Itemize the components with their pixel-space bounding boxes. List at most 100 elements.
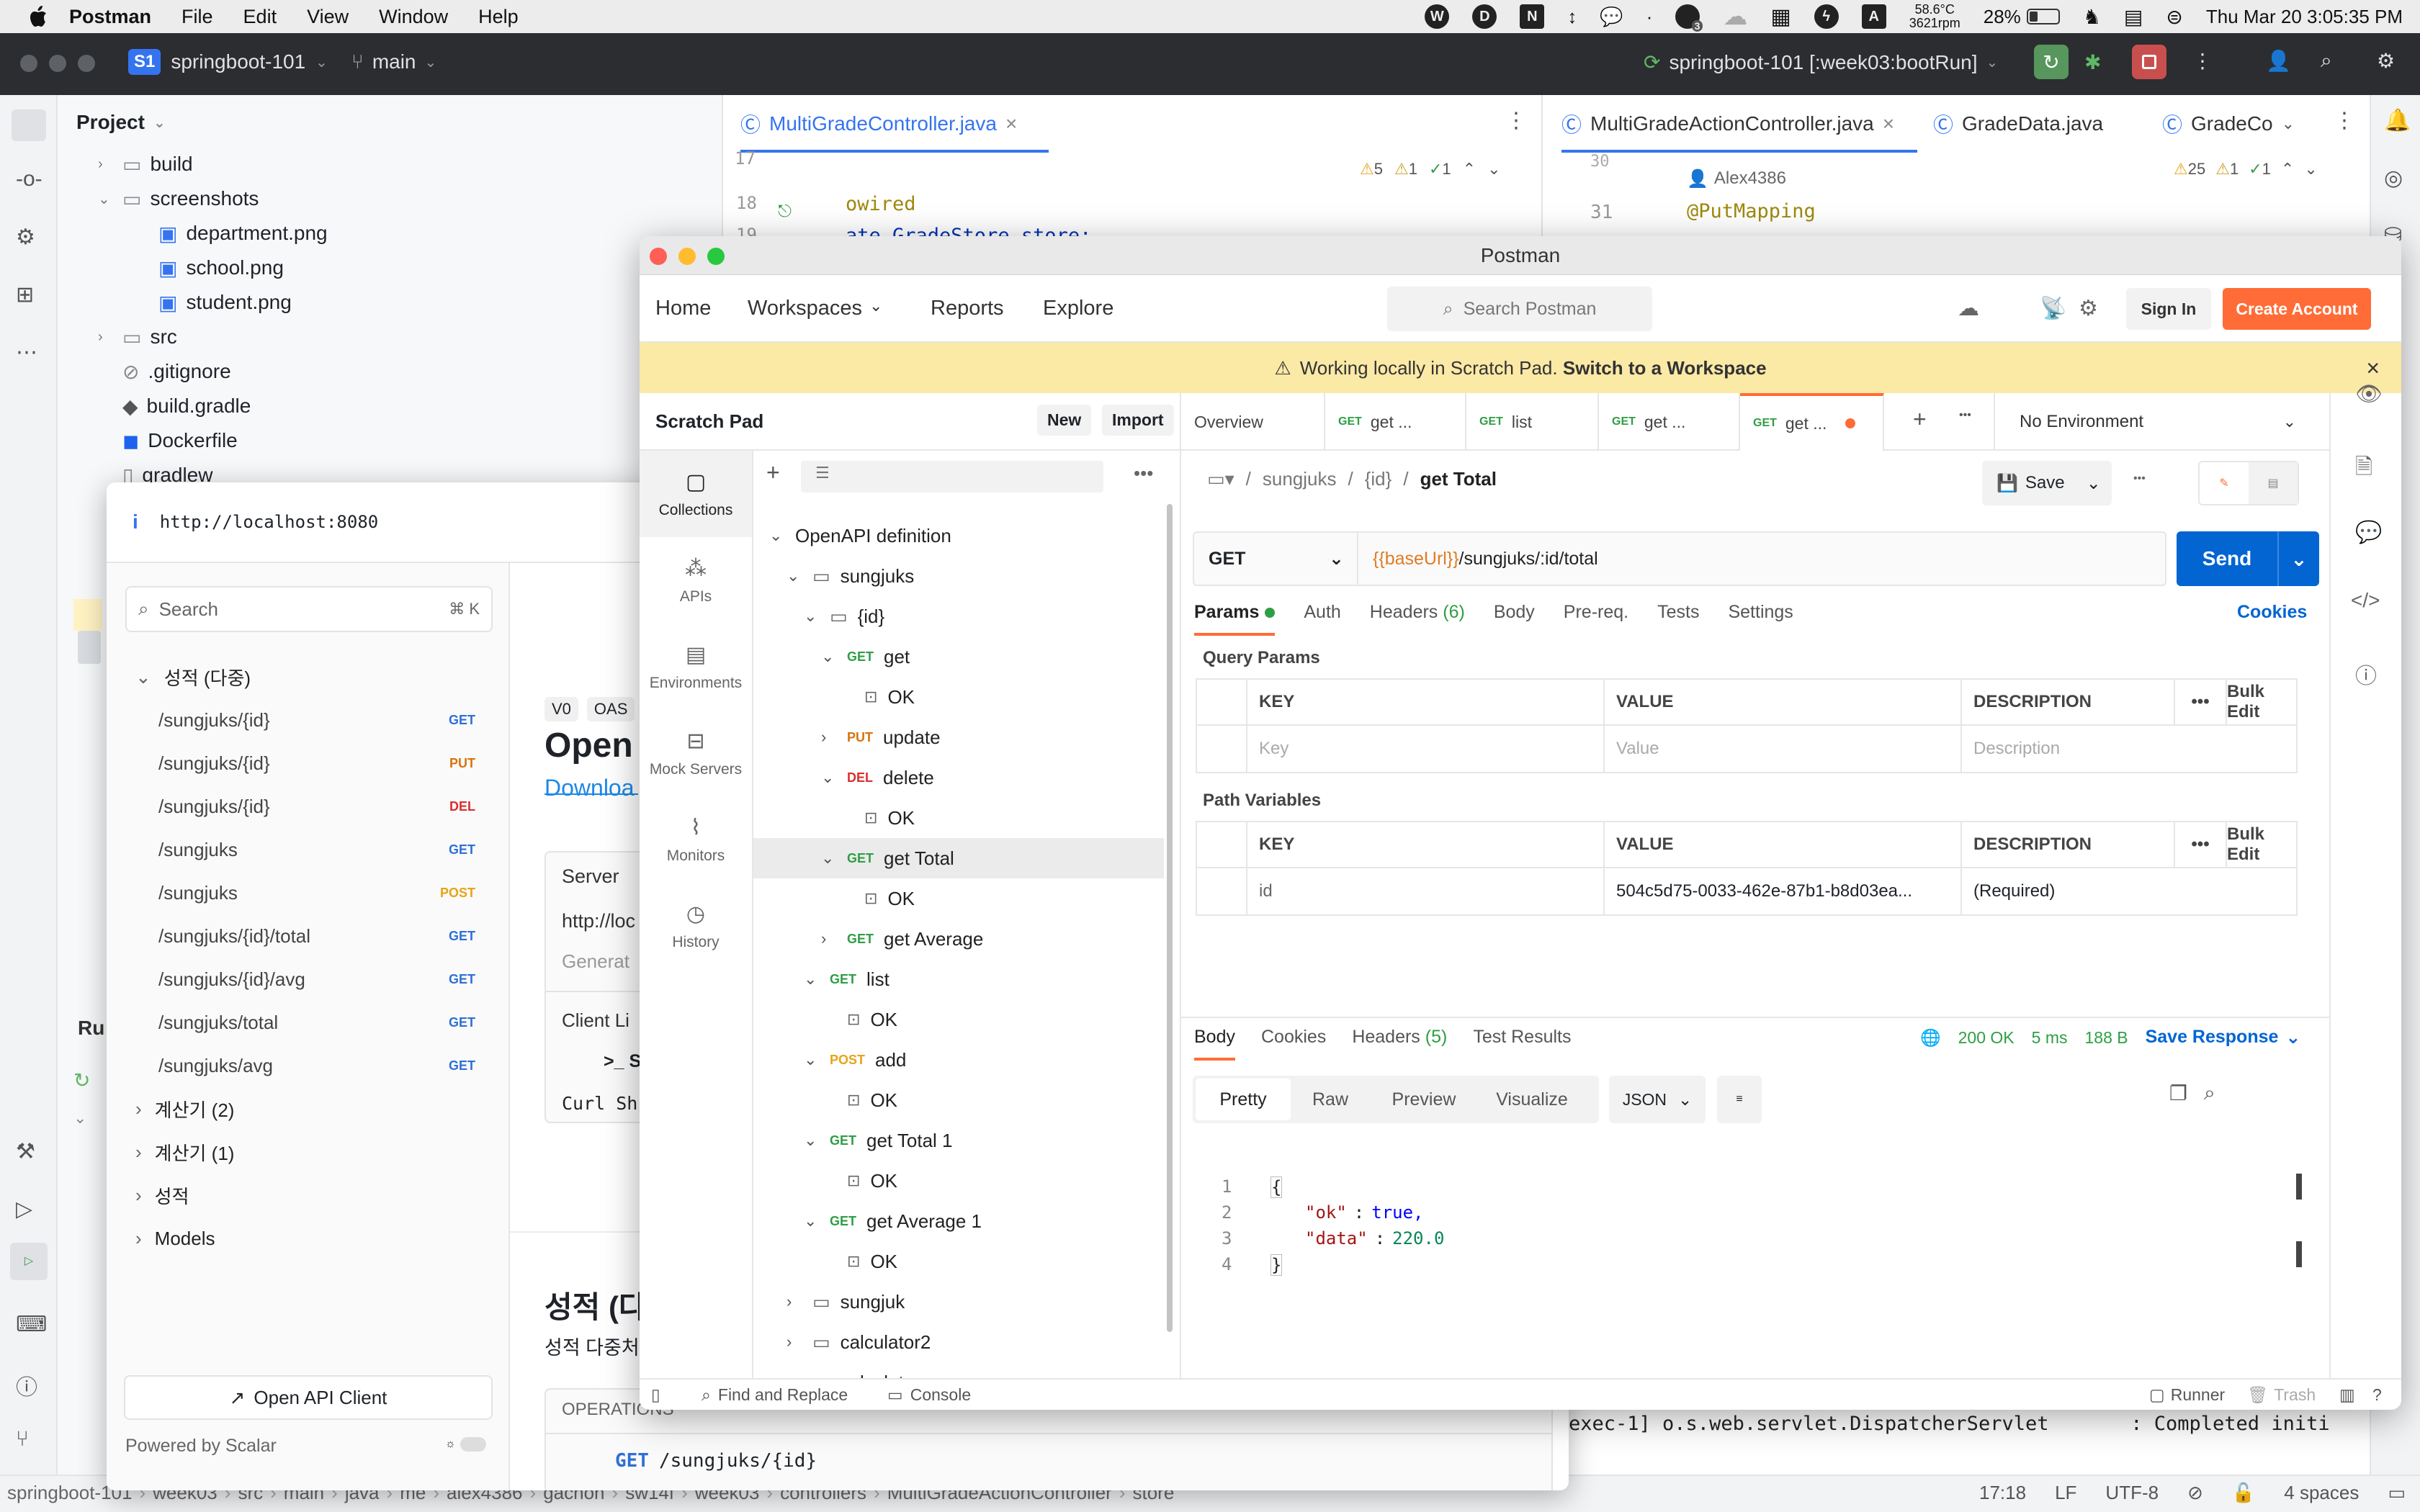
battery[interactable]: 28% xyxy=(1984,6,2060,28)
satellite-icon[interactable]: 📡 xyxy=(2040,296,2066,321)
group-item[interactable]: › Models xyxy=(135,1217,215,1260)
tab-params[interactable]: Params xyxy=(1194,602,1276,636)
tab-auth[interactable]: Auth xyxy=(1304,602,1340,636)
more-tools-icon[interactable]: ⋯ xyxy=(16,340,37,365)
endpoint-item[interactable]: /sungjuks/{id}/avg GET xyxy=(158,958,475,1001)
rail-environments[interactable]: ▤ Environments xyxy=(640,624,752,710)
code-icon[interactable]: </> xyxy=(2351,589,2380,612)
more-icon[interactable]: ⋮ xyxy=(2192,49,2213,73)
d-icon[interactable]: D xyxy=(1472,4,1497,29)
control-center-icon[interactable]: ⊜ xyxy=(2166,5,2182,29)
run-restart-icon[interactable]: ↻ xyxy=(73,1068,90,1092)
response-time[interactable]: 5 ms xyxy=(2032,1028,2068,1048)
structure-icon[interactable]: ⊞ xyxy=(16,282,34,307)
cookies-link[interactable]: Cookies xyxy=(2237,602,2307,623)
line-separator[interactable]: LF xyxy=(2055,1482,2076,1504)
add-user-icon[interactable]: 👤 xyxy=(2266,49,2291,73)
server-url-value[interactable]: http://loc xyxy=(562,910,635,932)
trash-button[interactable]: 🗑 Trash xyxy=(2247,1385,2316,1405)
theme-toggle[interactable]: ☼ xyxy=(445,1437,486,1452)
cursor-position[interactable]: 17:18 xyxy=(1979,1482,2026,1504)
inspection-widget[interactable]: ⚠5 ⚠1 ✓1 ⌃ ⌄ xyxy=(1360,160,1501,179)
tree-item[interactable]: ⌄ GET get Total 1 xyxy=(804,1120,953,1161)
filter-input[interactable]: ☰ xyxy=(801,461,1103,492)
chevron-down-icon[interactable]: ⌄ xyxy=(73,1109,86,1128)
project-selector[interactable]: S1 springboot-101 ⌄ xyxy=(128,49,328,75)
info-icon[interactable]: ⓘ xyxy=(2355,658,2377,690)
git-icon[interactable]: ⑂ xyxy=(16,1427,29,1452)
tree-item[interactable]: ⊡ OK xyxy=(838,677,915,717)
tab-response-cookies[interactable]: Cookies xyxy=(1261,1027,1326,1061)
request-tab[interactable]: GET get ... xyxy=(1599,393,1740,451)
chevron-up-icon[interactable]: ⌃ xyxy=(1463,160,1476,179)
chevron-right-icon[interactable]: › xyxy=(98,329,114,346)
console-button[interactable]: ▭ Console xyxy=(887,1385,971,1405)
w-icon[interactable]: W xyxy=(1425,4,1450,29)
app-menu[interactable]: Postman xyxy=(69,6,151,28)
description-cell[interactable]: (Required) xyxy=(1962,868,2296,914)
settings-icon[interactable]: ⚙ xyxy=(2079,296,2098,321)
cloud-icon[interactable]: ☁ xyxy=(1723,2,1747,31)
search-icon[interactable]: ⌕ xyxy=(2204,1081,2215,1105)
chevron-right-icon[interactable]: › xyxy=(98,156,114,173)
ide-close-button[interactable] xyxy=(20,55,37,72)
view-pretty[interactable]: Pretty xyxy=(1196,1079,1291,1120)
menu-view[interactable]: View xyxy=(307,6,349,28)
apple-icon[interactable] xyxy=(29,6,48,27)
more-icon[interactable]: ••• xyxy=(1134,462,1153,485)
generate-label[interactable]: Generat xyxy=(562,950,629,973)
tree-item[interactable]: › GET get Average xyxy=(821,919,983,959)
send-button[interactable]: Send ⌄ xyxy=(2177,531,2319,586)
tree-item[interactable]: ⊡ OK xyxy=(838,798,915,838)
debug-button[interactable]: ✱ xyxy=(2084,50,2101,74)
tree-item[interactable]: › ▭ calculator xyxy=(786,1362,920,1379)
key-input[interactable]: Key xyxy=(1247,726,1605,772)
operation-row[interactable]: GET/sungjuks/{id} xyxy=(615,1450,817,1472)
chevron-down-icon[interactable]: ⌄ xyxy=(98,190,114,208)
request-tab[interactable]: GET get ... xyxy=(1740,393,1884,451)
chevron-down-icon[interactable]: ⌄ xyxy=(804,970,820,989)
url-variable[interactable]: {{baseUrl}} xyxy=(1373,549,1459,570)
memory-icon[interactable]: ▭ xyxy=(2388,1482,2406,1504)
notification-icon[interactable]: 3 xyxy=(1675,4,1703,32)
chevron-right-icon[interactable]: › xyxy=(821,930,837,948)
endpoint-item[interactable]: /sungjuks/avg GET xyxy=(158,1044,475,1087)
project-tree-item[interactable]: ▣ school.png xyxy=(134,252,284,284)
more-icon[interactable]: ••• xyxy=(2175,680,2227,724)
bulk-edit-link[interactable]: Bulk Edit xyxy=(2227,680,2296,724)
bulk-edit-link[interactable]: Bulk Edit xyxy=(2227,822,2296,867)
endpoint-item[interactable]: /sungjuks GET xyxy=(158,828,475,871)
collection-icon[interactable]: ▭▾ xyxy=(1207,468,1234,490)
nav-home[interactable]: Home xyxy=(655,297,711,320)
rail-history[interactable]: ◷ History xyxy=(640,883,752,969)
format-select[interactable]: JSON ⌄ xyxy=(1609,1076,1706,1123)
a-icon[interactable]: A xyxy=(1861,4,1886,29)
more-icon[interactable]: ••• xyxy=(1959,409,1971,422)
grid-icon[interactable]: ▦ xyxy=(1770,4,1791,30)
more-icon[interactable]: ⋮ xyxy=(2334,108,2355,133)
globe-icon[interactable]: 🌐 xyxy=(1920,1028,1941,1048)
open-api-client-button[interactable]: ↗ Open API Client xyxy=(124,1375,493,1420)
endpoint-item[interactable]: /sungjuks/{id} DEL xyxy=(158,785,475,828)
menu-edit[interactable]: Edit xyxy=(243,6,277,28)
inspection-widget[interactable]: ⚠25 ⚠1 ✓1 ⌃ ⌄ xyxy=(2174,160,2318,179)
tab-test-results[interactable]: Test Results xyxy=(1473,1027,1571,1061)
tree-item[interactable]: ⌄ ▭ sungjuks xyxy=(786,556,914,596)
project-tree-item[interactable]: ▣ student.png xyxy=(134,287,292,318)
chevron-down-icon[interactable]: ⌄ xyxy=(804,1131,820,1150)
file-encoding[interactable]: UTF-8 xyxy=(2105,1482,2159,1504)
editor-tab-multigradecontroller[interactable]: Ⓒ MultiGradeController.java × xyxy=(740,95,1017,153)
value-cell[interactable]: 504c5d75-0033-462e-87b1-b8d03ea... xyxy=(1605,868,1962,914)
bean-gutter-icon[interactable]: ⎋ xyxy=(778,202,792,222)
menu-window[interactable]: Window xyxy=(379,6,448,28)
n-icon[interactable]: N xyxy=(1520,4,1545,29)
view-visualize[interactable]: Visualize xyxy=(1478,1089,1586,1110)
url-path[interactable]: /sungjuks/:id/total xyxy=(1459,549,1598,570)
project-panel-header[interactable]: Project ⌄ xyxy=(76,111,166,134)
tree-item[interactable]: ⊡ OK xyxy=(838,878,915,919)
more-icon[interactable]: ⋮ xyxy=(1505,108,1527,133)
request-name[interactable]: get Total xyxy=(1420,468,1497,490)
new-button[interactable]: New xyxy=(1037,405,1092,436)
endpoint-item[interactable]: /sungjuks POST xyxy=(158,871,475,914)
scalar-search-input[interactable]: ⌕ Search ⌘ K xyxy=(125,586,493,632)
